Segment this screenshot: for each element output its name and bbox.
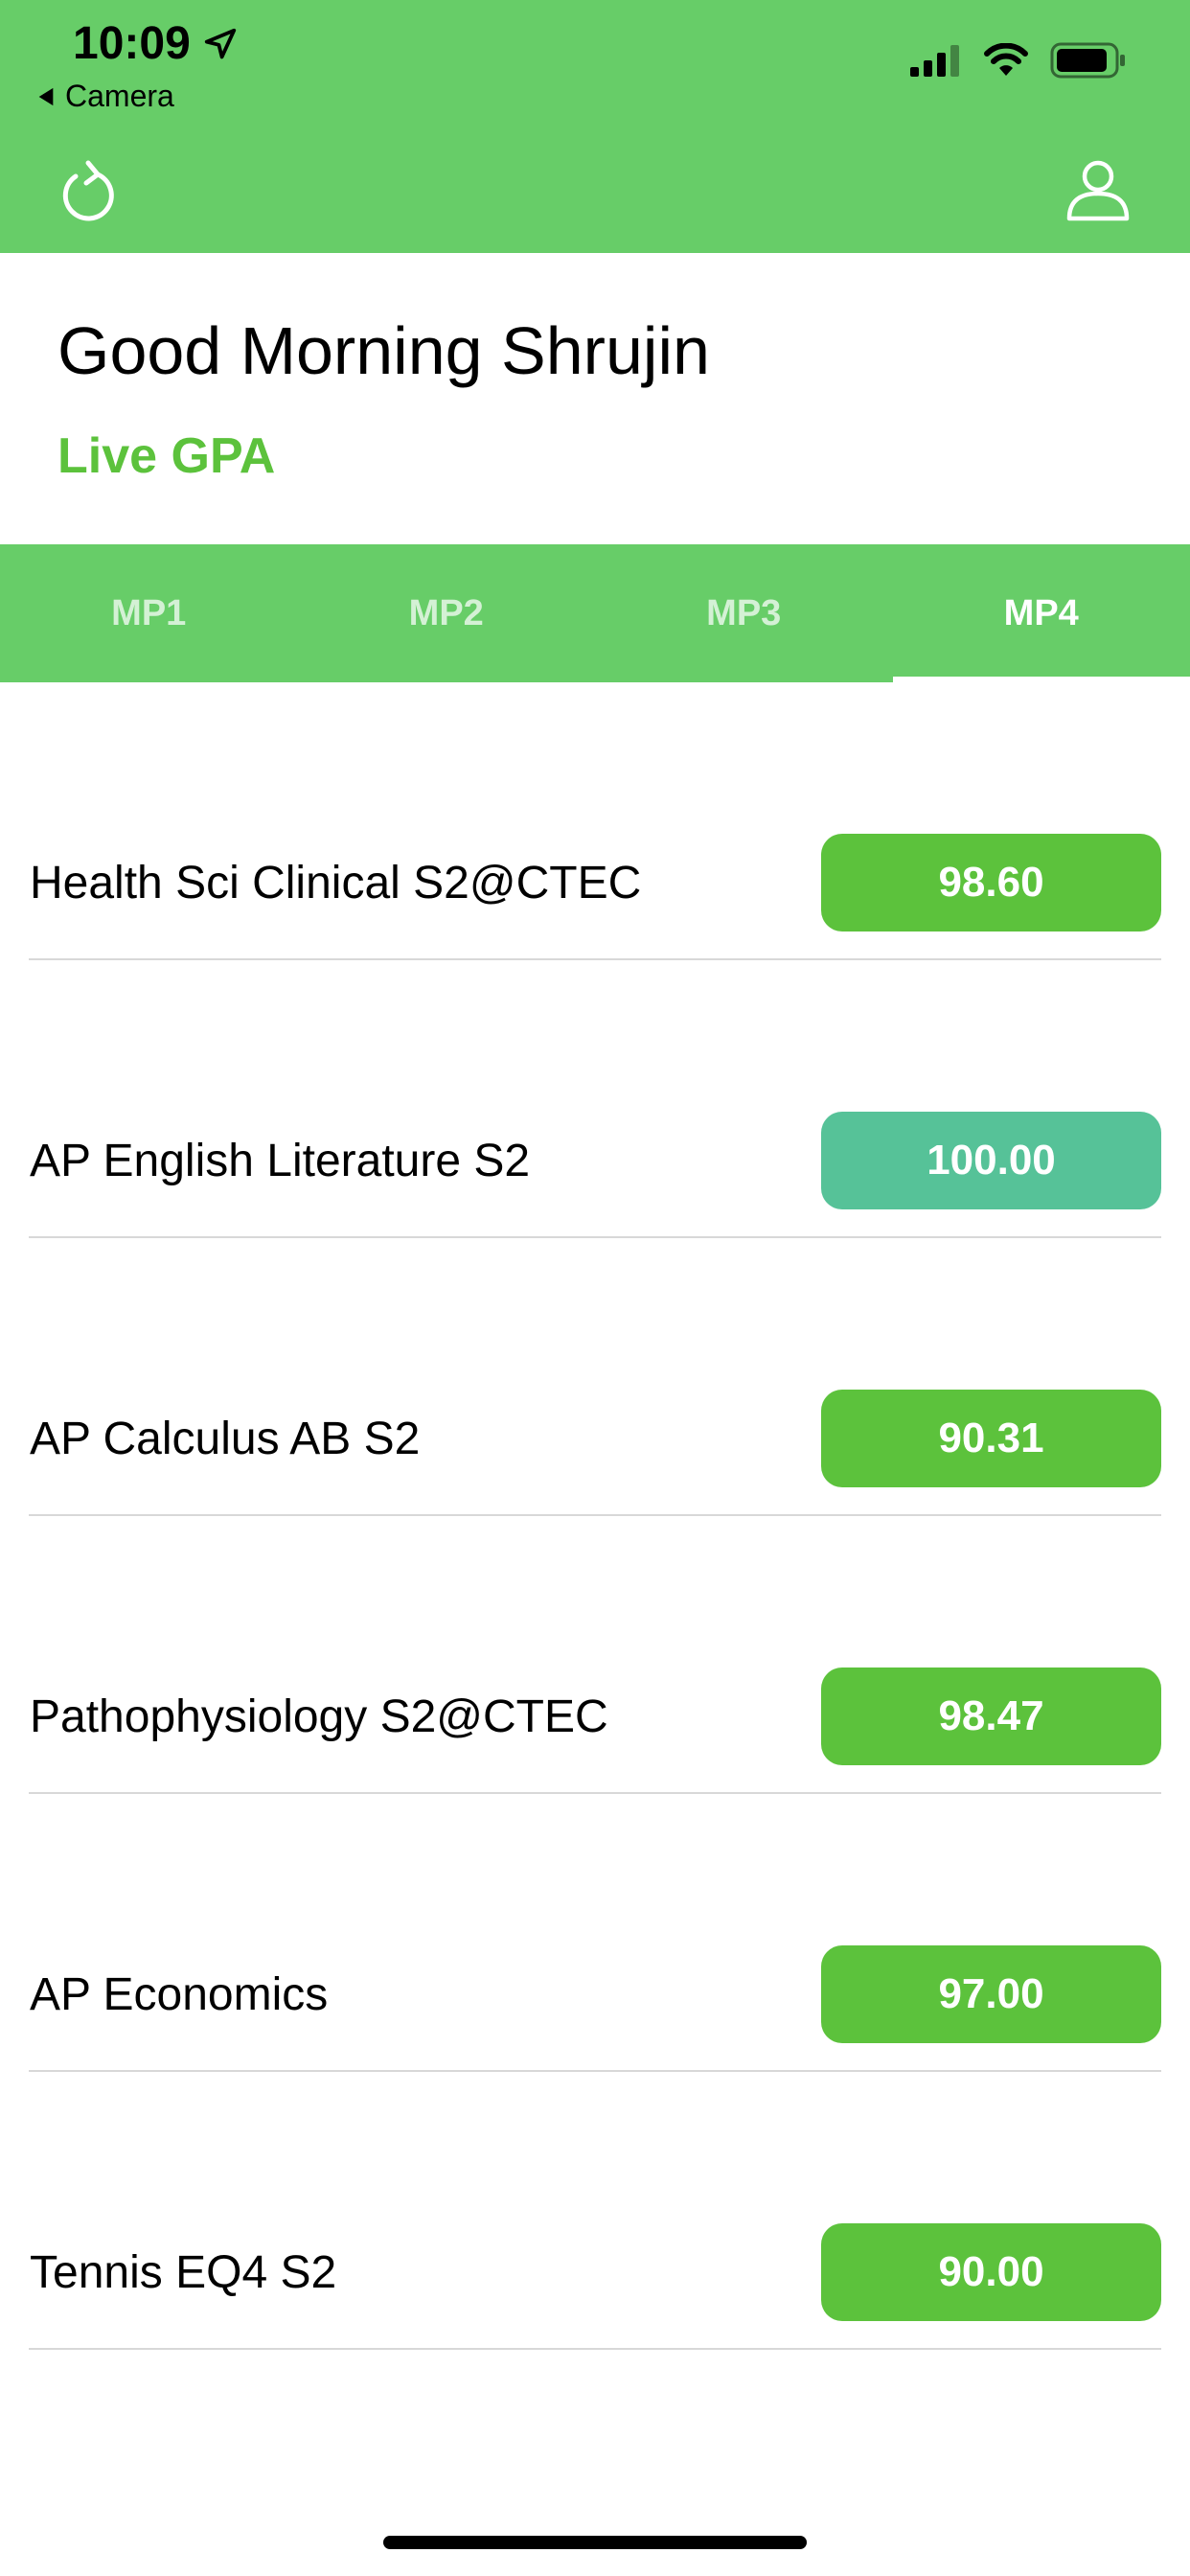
app-header: 10:09 Camera (0, 0, 1190, 253)
grade-badge[interactable]: 100.00 (821, 1112, 1161, 1209)
course-name: Health Sci Clinical S2@CTEC (30, 858, 642, 908)
course-row[interactable]: AP Economics 97.00 (0, 1794, 1190, 2072)
grade-badge[interactable]: 98.60 (821, 834, 1161, 932)
row-divider (29, 2348, 1161, 2350)
tab-mp1[interactable]: MP1 (0, 544, 298, 682)
tab-label: MP3 (706, 592, 782, 633)
course-row[interactable]: Tennis EQ4 S2 90.00 (0, 2072, 1190, 2350)
user-icon (1066, 160, 1130, 221)
grade-badge[interactable]: 90.31 (821, 1390, 1161, 1487)
tab-mp3[interactable]: MP3 (595, 544, 893, 682)
back-triangle-icon (38, 87, 54, 105)
course-name: Tennis EQ4 S2 (30, 2247, 337, 2298)
refresh-button[interactable] (59, 159, 119, 222)
status-time: 10:09 (73, 17, 239, 70)
status-icons (910, 42, 1127, 79)
course-name: AP Calculus AB S2 (30, 1414, 421, 1464)
course-name: AP Economics (30, 1969, 329, 2020)
cellular-signal-icon (910, 45, 959, 77)
profile-button[interactable] (1065, 157, 1131, 222)
tab-label: MP4 (1003, 592, 1079, 633)
marking-period-tabs: MP1 MP2 MP3 MP4 (0, 544, 1190, 682)
tab-mp2[interactable]: MP2 (298, 544, 596, 682)
course-name: AP English Literature S2 (30, 1136, 531, 1186)
grade-badge[interactable]: 97.00 (821, 1945, 1161, 2043)
course-name: Pathophysiology S2@CTEC (30, 1691, 608, 1742)
live-gpa-label: Live GPA (57, 428, 276, 484)
back-to-app[interactable]: Camera (36, 79, 174, 114)
course-row[interactable]: Health Sci Clinical S2@CTEC 98.60 (0, 682, 1190, 960)
location-arrow-icon (204, 28, 236, 58)
course-list: Health Sci Clinical S2@CTEC 98.60 AP Eng… (0, 682, 1190, 2350)
refresh-icon (62, 160, 114, 221)
tab-label: MP2 (408, 592, 484, 633)
grade-badge[interactable]: 98.47 (821, 1668, 1161, 1765)
greeting-title: Good Morning Shrujin (57, 313, 710, 388)
tab-mp4[interactable]: MP4 (892, 544, 1190, 682)
battery-icon (1050, 42, 1125, 79)
back-app-label: Camera (65, 79, 174, 113)
status-time-text: 10:09 (73, 18, 191, 69)
grade-badge[interactable]: 90.00 (821, 2223, 1161, 2321)
wifi-icon (984, 43, 1028, 76)
course-row[interactable]: Pathophysiology S2@CTEC 98.47 (0, 1516, 1190, 1794)
course-row[interactable]: AP English Literature S2 100.00 (0, 960, 1190, 1238)
tab-label: MP1 (111, 592, 187, 633)
home-indicator[interactable] (383, 2536, 807, 2549)
course-row[interactable]: AP Calculus AB S2 90.31 (0, 1238, 1190, 1516)
